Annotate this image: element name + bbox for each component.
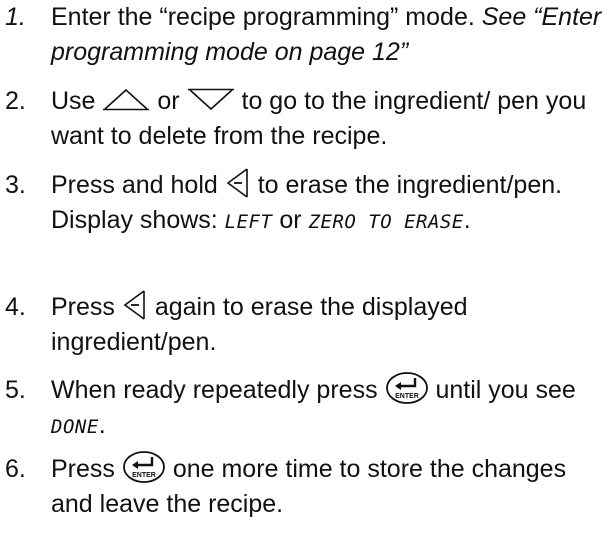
step-number: 6.: [5, 455, 26, 483]
up-arrow-key-icon: [102, 87, 150, 111]
instruction-page: 1. Enter the “recipe programming” mode. …: [0, 0, 611, 535]
step-text: .: [98, 411, 106, 440]
step-text: When ready repeatedly press: [51, 376, 378, 404]
step-number: 5.: [5, 376, 26, 404]
step-body: Press ENTER one more time to store the c…: [51, 450, 607, 522]
left-zero-key-icon: [122, 289, 148, 321]
enter-key-label: ENTER: [132, 472, 156, 479]
step-number: 4.: [5, 293, 26, 321]
enter-key-icon: ENTER: [385, 371, 429, 405]
step-body: Press and hold to erase the ingredient/p…: [51, 168, 607, 240]
step-text: Press: [51, 455, 115, 483]
enter-key-label: ENTER: [395, 393, 419, 400]
step-text: until you see: [435, 376, 576, 404]
step-text: or: [272, 206, 309, 234]
step-text: Press and hold: [51, 171, 218, 199]
display-zero-to-erase: ZERO TO ERASE: [308, 211, 464, 233]
step-number: 3.: [5, 171, 26, 199]
enter-key-icon: ENTER: [122, 450, 166, 484]
step-body: Press again to erase the displayed ingre…: [51, 290, 607, 360]
step-body: Enter the “recipe programming” mode. See…: [51, 0, 607, 70]
down-arrow-key-icon: [187, 87, 235, 111]
display-left: LEFT: [224, 211, 273, 233]
step-text: Press: [51, 293, 115, 321]
step-body: When ready repeatedly press ENTER until …: [51, 371, 607, 445]
step-number: 2.: [5, 87, 26, 115]
step-number: 1.: [5, 3, 26, 31]
step-body: Use or to go to the ingredient/ pen you …: [51, 84, 607, 154]
step-text: Enter the “recipe programming” mode.: [51, 3, 482, 31]
step-text: .: [463, 206, 471, 234]
step-text: Use: [51, 87, 96, 115]
step-text: or: [157, 87, 180, 115]
left-zero-key-icon: [225, 167, 251, 199]
display-done: DONE: [51, 416, 99, 439]
